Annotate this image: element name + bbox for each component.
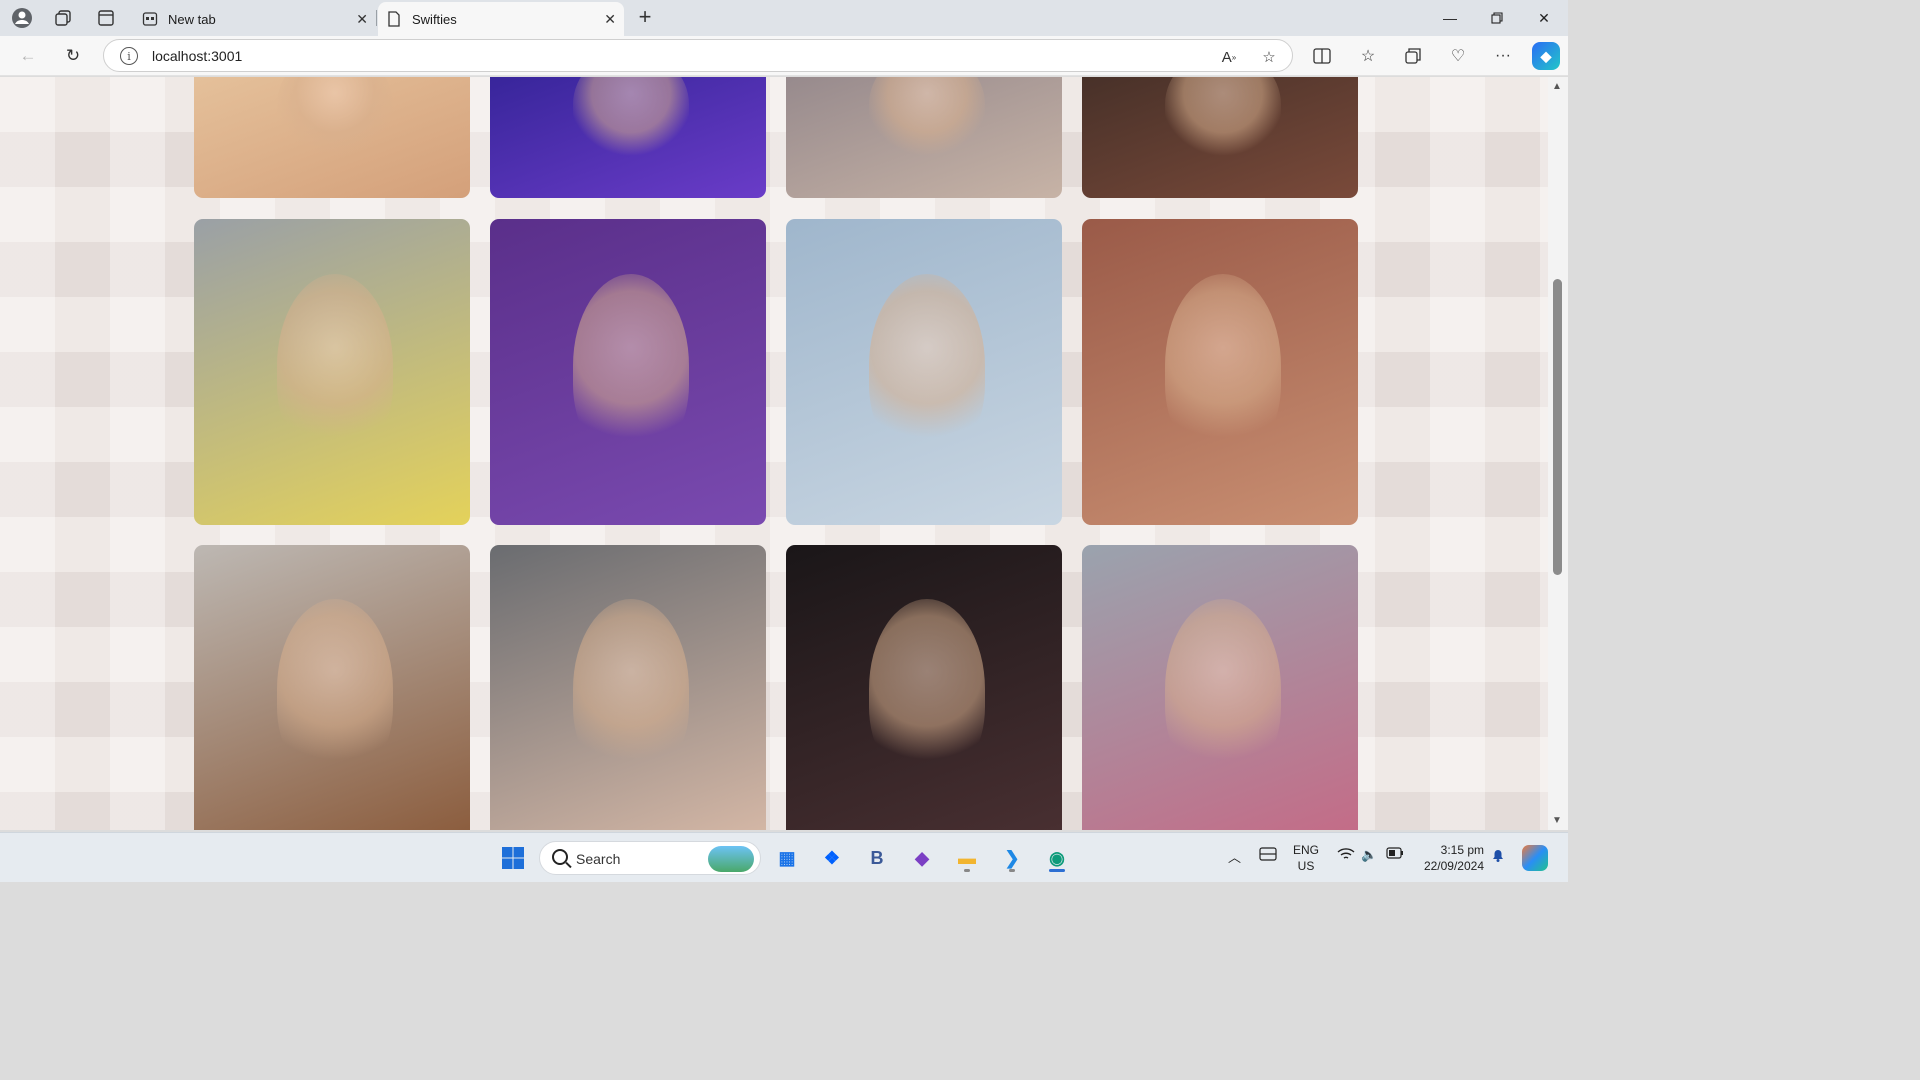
gallery-photo[interactable] <box>786 545 1062 830</box>
language-indicator[interactable]: ENG US <box>1293 842 1319 874</box>
scroll-down-arrow-icon[interactable]: ▼ <box>1552 815 1562 826</box>
page-icon <box>386 11 402 27</box>
tab-swifties[interactable]: Swifties ✕ <box>378 2 624 36</box>
read-aloud-icon[interactable]: A» <box>1218 46 1240 68</box>
scroll-up-arrow-icon[interactable]: ▲ <box>1552 81 1562 92</box>
gallery-photo[interactable] <box>490 545 766 830</box>
photo-subject <box>868 77 985 159</box>
gallery-photo[interactable] <box>1082 545 1358 830</box>
scrollbar-thumb[interactable] <box>1553 279 1562 575</box>
gallery-photo[interactable] <box>490 219 766 525</box>
gallery-photo[interactable] <box>194 77 470 198</box>
open-app-indicator <box>1009 869 1015 872</box>
copilot-taskbar-icon[interactable] <box>1519 842 1551 874</box>
profile-icon[interactable] <box>10 6 34 30</box>
vertical-tabs-icon[interactable] <box>94 6 118 30</box>
restore-icon[interactable] <box>1483 6 1511 30</box>
search-highlight-image <box>708 846 754 872</box>
photo-subject <box>1164 77 1281 159</box>
gallery-photo[interactable] <box>490 77 766 198</box>
open-app-indicator <box>964 869 970 872</box>
new-tab-button[interactable]: + <box>633 4 657 29</box>
wifi-icon[interactable] <box>1337 847 1355 864</box>
gallery-photo[interactable] <box>1082 219 1358 525</box>
photo-subject <box>1164 599 1281 779</box>
system-clock[interactable]: 3:15 pm 22/09/2024 <box>1412 842 1484 874</box>
copilot-icon[interactable]: ◆ <box>1532 42 1560 70</box>
gallery-photo[interactable] <box>1082 77 1358 198</box>
split-screen-icon[interactable] <box>1309 44 1335 68</box>
toolbar: ← ↻ i localhost:3001 A» ☆ ☆ ♡ ··· ◆ <box>0 36 1568 76</box>
tab-separator <box>376 10 377 26</box>
close-tab-icon[interactable]: ✕ <box>604 11 616 28</box>
gallery-photo[interactable] <box>194 545 470 830</box>
photo-subject <box>868 599 985 779</box>
taskbar-search[interactable]: Search <box>539 841 761 875</box>
show-hidden-icons-chevron-icon[interactable]: ︿ <box>1228 847 1241 866</box>
workspaces-icon[interactable] <box>51 6 75 30</box>
tab-new-tab[interactable]: New tab ✕ <box>134 2 376 36</box>
browser-essentials-icon[interactable]: ♡ <box>1445 44 1471 68</box>
new-tab-page-icon <box>142 11 158 27</box>
collections-icon[interactable] <box>1400 44 1426 68</box>
notification-bell-icon[interactable] <box>1490 847 1506 866</box>
tab-title: New tab <box>168 11 216 27</box>
b-app-icon[interactable]: B <box>861 842 893 874</box>
favorites-icon[interactable]: ☆ <box>1355 44 1381 68</box>
clock-date: 22/09/2024 <box>1423 859 1484 873</box>
file-explorer-icon[interactable]: ▬ <box>951 842 983 874</box>
tab-title: Swifties <box>412 11 457 27</box>
visual-studio-icon[interactable]: ◆ <box>906 842 938 874</box>
url-text[interactable]: localhost:3001 <box>152 48 242 64</box>
more-options-icon[interactable]: ··· <box>1490 44 1516 68</box>
volume-icon[interactable]: 🔈 <box>1361 847 1377 863</box>
active-app-indicator <box>1049 869 1065 872</box>
region-code: US <box>1297 859 1315 873</box>
gallery-photo[interactable] <box>786 77 1062 198</box>
edge-icon[interactable]: ◉ <box>1041 842 1073 874</box>
search-icon <box>552 849 568 865</box>
photo-subject <box>276 274 393 458</box>
close-window-icon[interactable]: ✕ <box>1530 6 1558 30</box>
touch-keyboard-icon[interactable] <box>1259 847 1277 864</box>
photo-subject <box>572 599 689 779</box>
dropbox-icon[interactable]: ❖ <box>816 842 848 874</box>
favorite-star-icon[interactable]: ☆ <box>1258 46 1280 68</box>
microsoft-store-icon[interactable]: ▦ <box>771 842 803 874</box>
photo-subject <box>276 77 393 159</box>
minimize-icon[interactable]: — <box>1436 6 1464 30</box>
vertical-scrollbar[interactable]: ▲ ▼ <box>1548 77 1568 830</box>
photo-subject <box>572 77 689 159</box>
tab-strip: New tab ✕ Swifties ✕ + — ✕ <box>0 0 1568 36</box>
refresh-icon[interactable]: ↻ <box>60 44 86 68</box>
photo-subject <box>1164 274 1281 458</box>
battery-icon[interactable] <box>1386 847 1404 862</box>
search-label: Search <box>576 851 621 867</box>
close-tab-icon[interactable]: ✕ <box>356 11 368 28</box>
address-bar[interactable]: i localhost:3001 A» ☆ <box>103 39 1293 72</box>
clock-time: 3:15 pm <box>1440 843 1484 857</box>
site-info-icon[interactable]: i <box>120 47 138 65</box>
back-arrow-icon[interactable]: ← <box>15 44 41 68</box>
page-viewport <box>0 77 1568 830</box>
photo-subject <box>572 274 689 458</box>
photo-subject <box>868 274 985 458</box>
gallery-photo[interactable] <box>194 219 470 525</box>
start-button[interactable] <box>497 842 529 874</box>
vscode-icon[interactable]: ❯ <box>996 842 1028 874</box>
language-code: ENG <box>1293 843 1320 857</box>
photo-subject <box>276 599 393 779</box>
windows-taskbar: Search ▦ ❖ B ◆ ▬ ❯ ◉ ︿ ENG US 🔈 3:15 pm 22/09/… <box>0 832 1568 882</box>
gallery-photo[interactable] <box>786 219 1062 525</box>
